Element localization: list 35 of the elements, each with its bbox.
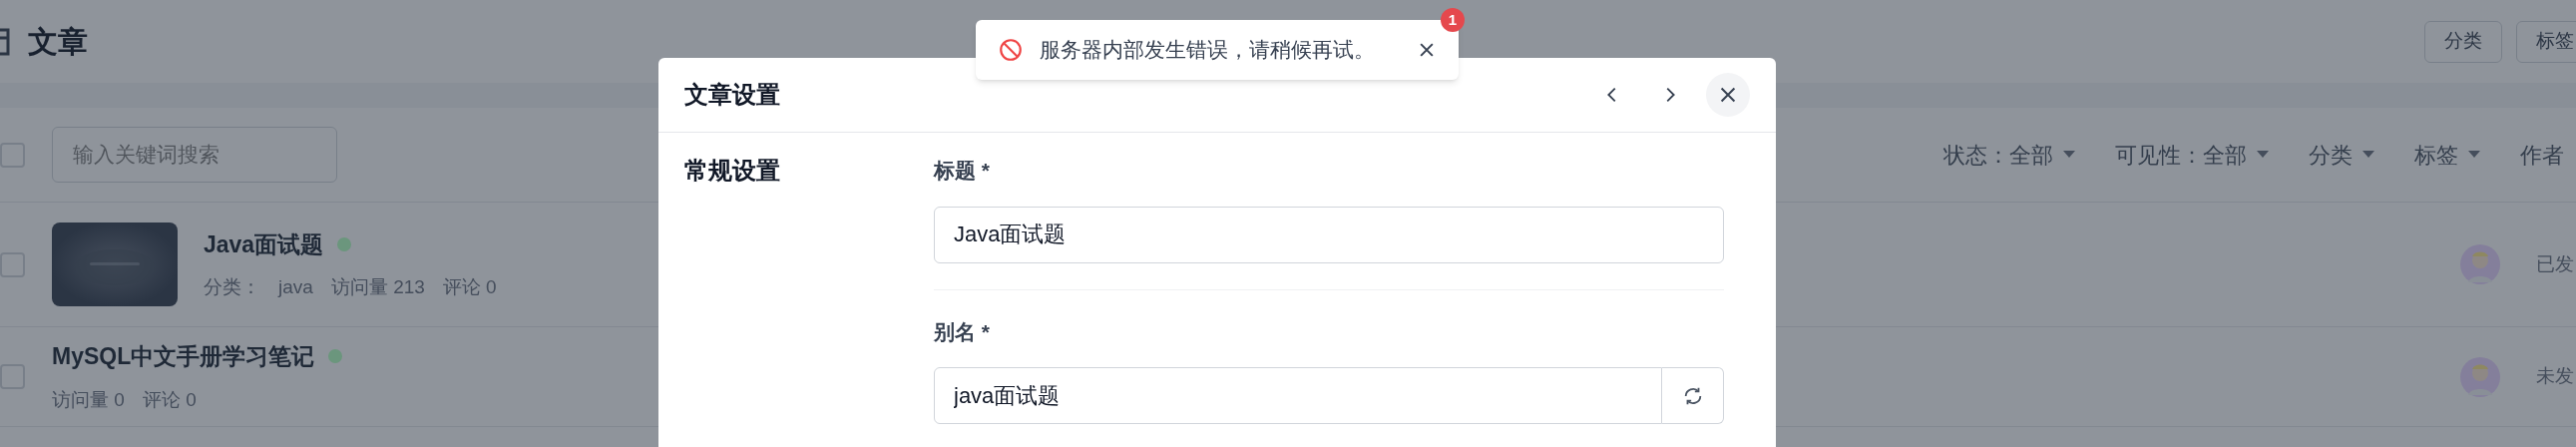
filter-dropdown[interactable]: 标签 xyxy=(2414,138,2480,172)
filter-dropdown[interactable]: 可见性：全部 xyxy=(2115,138,2269,172)
post-meta: 访问量 0 xyxy=(52,387,125,412)
post-meta: java xyxy=(278,275,313,299)
filter-dropdown[interactable]: 作者 xyxy=(2520,138,2564,172)
avatar xyxy=(2460,356,2500,397)
caret-icon xyxy=(2468,151,2480,159)
modal-title: 文章设置 xyxy=(684,80,780,110)
section-label: 常规设置 xyxy=(683,156,781,186)
filter-dropdown[interactable]: 状态：全部 xyxy=(1943,138,2075,172)
post-meta: 分类： xyxy=(204,275,260,299)
caret-icon xyxy=(2362,151,2374,159)
page-title: 文章 xyxy=(28,24,88,60)
toast-message: 服务器内部发生错误，请稍候再试。 xyxy=(1040,37,1375,64)
header-button[interactable]: 分类 xyxy=(2424,20,2502,63)
search-field[interactable]: 输入关键词搜索 xyxy=(52,127,337,183)
caret-icon xyxy=(2063,151,2075,159)
post-meta: 访问量 213 xyxy=(330,275,425,299)
filter-dropdown[interactable]: 分类 xyxy=(2309,138,2374,172)
post-meta: 评论 0 xyxy=(142,387,197,412)
menu-icon[interactable] xyxy=(0,27,10,56)
title-field[interactable]: Java面试题 xyxy=(934,206,1724,263)
header-button[interactable]: 标签 xyxy=(2516,20,2576,63)
post-title[interactable]: MySQL中文手册学习笔记 xyxy=(52,339,315,374)
field-label: 标题 * xyxy=(934,158,991,184)
error-icon xyxy=(998,37,1024,63)
status-text: 已发 xyxy=(2536,251,2575,276)
post-meta: 评论 0 xyxy=(442,275,497,299)
caret-icon xyxy=(2257,151,2269,159)
status-text: 未发 xyxy=(2536,364,2575,389)
post-title[interactable]: Java面试题 xyxy=(204,226,324,261)
slug-field[interactable]: java面试题 xyxy=(934,367,1662,424)
close-button[interactable] xyxy=(1706,73,1750,117)
avatar xyxy=(2460,244,2500,284)
refresh-button[interactable] xyxy=(1662,367,1724,424)
